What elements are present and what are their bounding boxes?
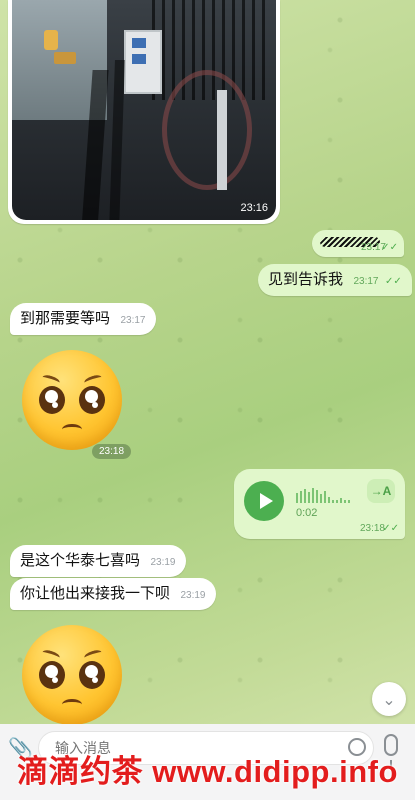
pleading-face-emoji[interactable] bbox=[22, 625, 122, 725]
incoming-message[interactable]: 到那需要等吗 23:17 bbox=[10, 303, 156, 335]
incoming-message[interactable]: 你让他出来接我一下呗 23:19 bbox=[10, 578, 216, 610]
chevron-down-icon[interactable]: ⌄ bbox=[372, 682, 406, 716]
message-text: 见到告诉我 bbox=[268, 271, 344, 288]
emoji-time: 23:18 bbox=[92, 444, 132, 459]
message-time: 23:16 bbox=[240, 202, 268, 214]
message-text: 是这个华泰七喜吗 bbox=[20, 552, 141, 569]
message-time: 23:19 bbox=[150, 557, 176, 568]
message-time: 23:19 bbox=[180, 590, 206, 601]
watermark: 滴滴约茶 www.didipp.info bbox=[17, 754, 398, 789]
message-time: 23:17 bbox=[353, 276, 379, 287]
voice-duration: 0:02 bbox=[296, 507, 318, 519]
waveform bbox=[296, 487, 356, 503]
photo-message[interactable]: 23:16 bbox=[8, 0, 280, 224]
read-check-icon: ✓✓ bbox=[381, 242, 398, 253]
pleading-face-emoji[interactable] bbox=[22, 350, 122, 450]
message-text: 到那需要等吗 bbox=[20, 310, 111, 327]
read-check-icon: ✓✓ bbox=[382, 523, 399, 534]
message-time: 23:18 bbox=[359, 523, 385, 534]
outgoing-message-redacted[interactable]: 23:17 ✓✓ bbox=[312, 230, 404, 257]
outgoing-message[interactable]: 见到告诉我 23:17 ✓✓ bbox=[258, 264, 412, 296]
incoming-message[interactable]: 是这个华泰七喜吗 23:19 bbox=[10, 545, 186, 577]
voice-message[interactable]: 0:02 →A 23:18 ✓✓ bbox=[234, 469, 405, 539]
photo-image[interactable]: 23:16 bbox=[12, 0, 276, 220]
message-text: 你让他出来接我一下呗 bbox=[20, 585, 171, 602]
transcribe-button[interactable]: →A bbox=[367, 479, 395, 503]
read-check-icon: ✓✓ bbox=[384, 276, 402, 287]
play-icon[interactable] bbox=[244, 481, 284, 521]
message-time: 23:17 bbox=[120, 315, 146, 326]
